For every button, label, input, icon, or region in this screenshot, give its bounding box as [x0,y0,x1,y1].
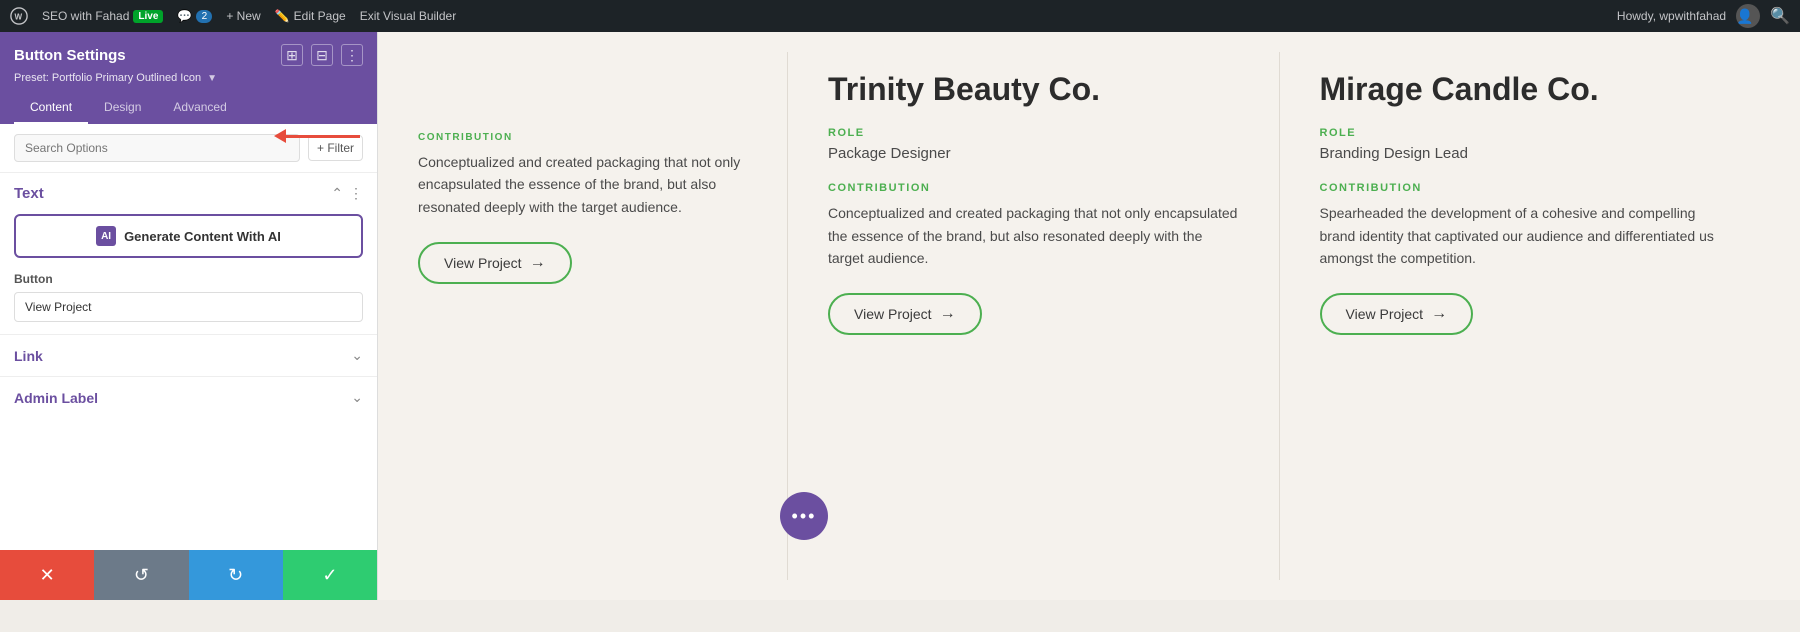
panel-header: Button Settings ⊞ ⊟ ⋮ Preset: Portfolio … [0,32,377,92]
panel-title: Button Settings [14,47,126,64]
search-options-input[interactable] [14,134,300,162]
live-badge: Live [133,10,163,23]
view-project-button-mirage[interactable]: View Project → [1320,293,1474,335]
mirage-role-value: Branding Design Lead [1320,145,1731,162]
card-trinity: Trinity Beauty Co. ROLE Package Designer… [788,52,1280,580]
panel-header-top: Button Settings ⊞ ⊟ ⋮ [14,44,363,66]
text-section-header: Text ⌃ ⋮ [0,173,377,210]
main-wrapper: Button Settings ⊞ ⊟ ⋮ Preset: Portfolio … [0,32,1800,600]
preset-dropdown-icon[interactable]: ▼ [207,73,217,84]
admin-label-section-title: Admin Label [14,390,98,406]
button-field-label: Button [14,272,363,286]
section-more-icon[interactable]: ⋮ [349,185,363,202]
panel-body: Text ⌃ ⋮ AI Generate Content With AI But… [0,173,377,550]
preset-row: Preset: Portfolio Primary Outlined Icon … [14,72,363,84]
trinity-contribution-label: CONTRIBUTION [828,182,1239,194]
tab-design[interactable]: Design [88,92,157,124]
grid-small-icon[interactable]: ⊞ [281,44,303,66]
mirage-company-name: Mirage Candle Co. [1320,72,1731,107]
trinity-company-name: Trinity Beauty Co. [828,72,1239,107]
mirage-role-label: ROLE [1320,127,1731,139]
comments-link[interactable]: 💬 2 [177,9,212,23]
link-section[interactable]: Link ⌄ [0,334,377,376]
ai-icon: AI [96,226,116,246]
admin-bar-right: Howdy, wpwithfahad 👤 🔍 [1617,4,1790,28]
card-mirage: Mirage Candle Co. ROLE Branding Design L… [1280,52,1771,580]
comments-count: 2 [196,10,212,23]
exit-builder-link[interactable]: Exit Visual Builder [360,9,457,23]
settings-panel: Button Settings ⊞ ⊟ ⋮ Preset: Portfolio … [0,32,378,600]
panel-header-icons: ⊞ ⊟ ⋮ [281,44,363,66]
trinity-contribution-text: Conceptualized and created packaging tha… [828,202,1239,269]
view-project-button-trinity[interactable]: View Project → [828,293,982,335]
wp-logo-link[interactable]: W [10,7,28,25]
preset-label: Preset: Portfolio Primary Outlined Icon [14,72,201,84]
more-options-icon[interactable]: ⋮ [341,44,363,66]
fab-dots-icon: ••• [792,506,817,527]
search-row: + Filter [0,124,377,173]
trinity-role-value: Package Designer [828,145,1239,162]
save-button[interactable]: ✓ [283,550,377,600]
grid-large-icon[interactable]: ⊟ [311,44,333,66]
button-text-input[interactable] [14,292,363,322]
mirage-contribution-text: Spearheaded the development of a cohesiv… [1320,202,1731,269]
arrow-right-icon-mirage: → [1431,305,1447,323]
redo-button[interactable]: ↻ [189,550,283,600]
admin-label-section[interactable]: Admin Label ⌄ [0,376,377,418]
filter-button[interactable]: + Filter [308,135,363,161]
search-icon[interactable]: 🔍 [1770,6,1790,26]
link-section-title: Link [14,348,43,364]
view-project-button-partial[interactable]: View Project → [418,242,572,284]
tab-content[interactable]: Content [14,92,88,124]
section-controls: ⌃ ⋮ [331,185,363,202]
admin-bar: W SEO with Fahad Live 💬 2 + New ✏️ Edit … [0,0,1800,32]
howdy-text: Howdy, wpwithfahad [1617,9,1726,23]
cards-container: CONTRIBUTION Conceptualized and created … [408,52,1770,580]
mirage-contribution-label: CONTRIBUTION [1320,182,1731,194]
panel-tabs: Content Design Advanced [0,92,377,124]
edit-page-link[interactable]: ✏️ Edit Page [275,9,346,23]
card-partial: CONTRIBUTION Conceptualized and created … [408,52,788,580]
partial-contribution-label: CONTRIBUTION [418,132,747,143]
admin-label-chevron-icon: ⌄ [351,389,363,406]
text-section-title: Text [14,185,44,202]
undo-button[interactable]: ↺ [94,550,188,600]
arrow-right-icon: → [530,254,546,272]
svg-text:W: W [15,13,23,22]
action-bar: ✕ ↺ ↻ ✓ [0,550,377,600]
floating-action-button[interactable]: ••• [780,492,828,540]
button-label-section: Button [0,272,377,334]
cancel-button[interactable]: ✕ [0,550,94,600]
tab-advanced[interactable]: Advanced [157,92,242,124]
new-post-link[interactable]: + New [226,9,260,23]
partial-contribution-text: Conceptualized and created packaging tha… [418,151,747,218]
trinity-role-label: ROLE [828,127,1239,139]
ai-generate-button[interactable]: AI Generate Content With AI [14,214,363,258]
user-avatar[interactable]: 👤 [1736,4,1760,28]
site-name[interactable]: SEO with Fahad Live [42,9,163,23]
collapse-icon[interactable]: ⌃ [331,185,343,202]
content-area: CONTRIBUTION Conceptualized and created … [378,32,1800,600]
link-chevron-icon: ⌄ [351,347,363,364]
arrow-right-icon-trinity: → [940,305,956,323]
